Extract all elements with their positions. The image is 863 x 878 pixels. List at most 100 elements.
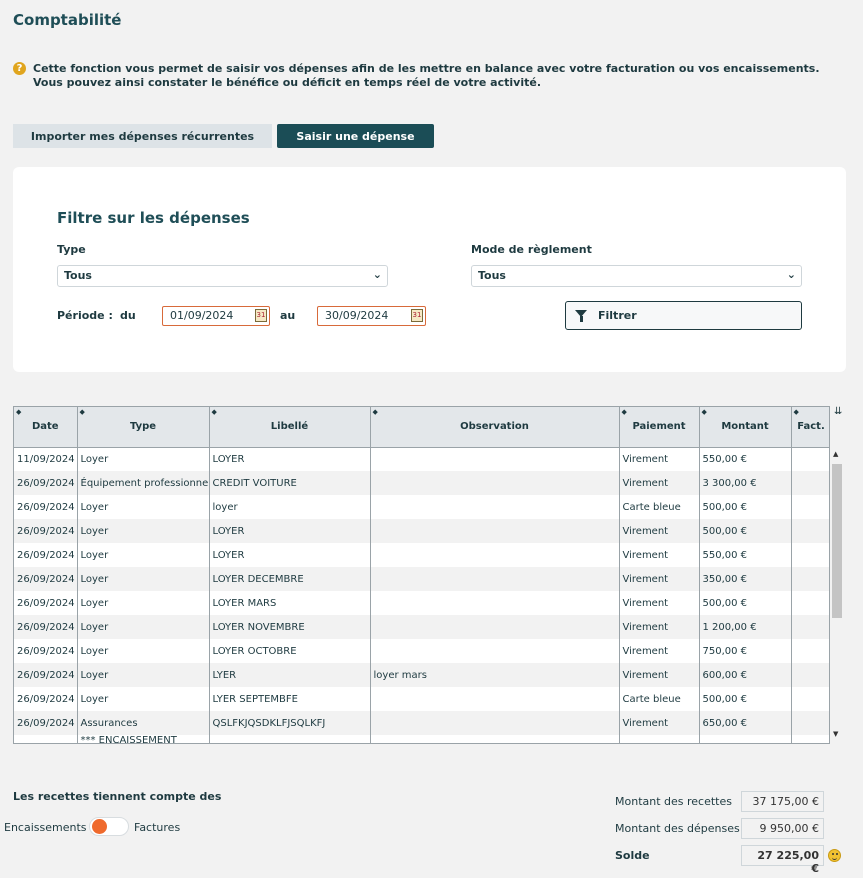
- table-cell: Loyer: [77, 663, 210, 687]
- sort-icon[interactable]: ◆: [622, 408, 627, 416]
- table-cell: Assurances: [77, 711, 210, 735]
- table-cell: Virement: [619, 663, 700, 687]
- sort-icon[interactable]: ◆: [702, 408, 707, 416]
- table-cell: [209, 735, 371, 743]
- recettes-label: Montant des recettes: [615, 795, 732, 808]
- table-cell: [791, 447, 829, 471]
- info-text: Cette fonction vous permet de saisir vos…: [33, 62, 820, 89]
- table-cell: Carte bleue: [619, 687, 700, 711]
- table-cell: [791, 735, 829, 743]
- table-cell: [619, 735, 700, 743]
- table-cell: 26/09/2024: [14, 615, 78, 639]
- calendar-icon[interactable]: 31: [255, 309, 267, 322]
- mode-select-value: Tous: [478, 269, 506, 282]
- table-row[interactable]: 26/09/2024 Loyer LOYER NOVEMBRE Virement 1 2…: [14, 615, 829, 639]
- table-cell: 26/09/2024: [14, 591, 78, 615]
- date-to-input[interactable]: 30/09/2024 31: [317, 306, 426, 326]
- table-cell: 500,00 €: [699, 495, 792, 519]
- type-label: Type: [57, 243, 86, 256]
- sort-icon[interactable]: ◆: [794, 408, 799, 416]
- sort-icon[interactable]: ◆: [16, 408, 21, 416]
- table-cell: Loyer: [77, 567, 210, 591]
- table-cell: 550,00 €: [699, 447, 792, 471]
- table-row[interactable]: 26/09/2024 Assurances QSLFKJQSDKLFJSQLKFJ V…: [14, 711, 829, 735]
- table-cell: [370, 447, 620, 471]
- table-cell: 11/09/2024: [14, 447, 78, 471]
- funnel-icon: [575, 310, 587, 322]
- toggle-left-label: Encaissements: [4, 821, 87, 834]
- table-cell: LOYER: [209, 543, 371, 567]
- col-fact[interactable]: ◆ Fact.: [791, 407, 829, 448]
- table-cell: [791, 639, 829, 663]
- periode-label: Période :: [57, 309, 113, 322]
- table-cell: 500,00 €: [699, 591, 792, 615]
- filter-button-label: Filtrer: [598, 309, 637, 322]
- sort-icon[interactable]: ◆: [212, 408, 217, 416]
- table-row[interactable]: 26/09/2024 Équipement professionnel CREDIT…: [14, 471, 829, 495]
- table-cell: 350,00 €: [699, 567, 792, 591]
- table-cell: LOYER: [209, 447, 371, 471]
- date-from-value: 01/09/2024: [170, 309, 234, 322]
- table-cell: [370, 495, 620, 519]
- sort-icon[interactable]: ◆: [373, 408, 378, 416]
- date-from-input[interactable]: 01/09/2024 31: [162, 306, 270, 326]
- page-title: Comptabilité: [13, 11, 122, 29]
- col-montant[interactable]: ◆ Montant: [699, 407, 792, 448]
- scroll-up-icon[interactable]: ▲: [833, 450, 838, 458]
- table-cell: [370, 615, 620, 639]
- table-cell: [791, 663, 829, 687]
- table-cell: 26/09/2024: [14, 519, 78, 543]
- table-cell: Loyer: [77, 519, 210, 543]
- col-libelle[interactable]: ◆ Libellé: [209, 407, 371, 448]
- table-row[interactable]: 26/09/2024 Loyer LOYER DECEMBRE Virement 350…: [14, 567, 829, 591]
- table-cell: Virement: [619, 519, 700, 543]
- table-row[interactable]: 26/09/2024 Loyer LOYER MARS Virement 500,00 …: [14, 591, 829, 615]
- table-cell: loyer mars: [370, 663, 620, 687]
- table-row[interactable]: *** ENCAISSEMENT: [14, 735, 829, 743]
- chevron-down-icon: ⌄: [372, 268, 382, 281]
- toggle-knob[interactable]: [92, 819, 107, 834]
- type-select-value: Tous: [64, 269, 92, 282]
- table-row[interactable]: 26/09/2024 Loyer LYER loyer mars Virement 600…: [14, 663, 829, 687]
- col-observation[interactable]: ◆ Observation: [370, 407, 620, 448]
- table-cell: LYER SEPTEMBFE: [209, 687, 371, 711]
- table-row[interactable]: 26/09/2024 Loyer LOYER Virement 500,00 €: [14, 519, 829, 543]
- col-paiement[interactable]: ◆ Paiement: [619, 407, 700, 448]
- table-cell: 26/09/2024: [14, 639, 78, 663]
- add-expense-button[interactable]: Saisir une dépense: [277, 124, 434, 148]
- sort-icon[interactable]: ◆: [80, 408, 85, 416]
- table-cell: [791, 567, 829, 591]
- table-cell: [791, 471, 829, 495]
- table-cell: [791, 615, 829, 639]
- solde-label: Solde: [615, 849, 650, 862]
- table-row[interactable]: 11/09/2024 Loyer LOYER Virement 550,00 €: [14, 447, 829, 471]
- table-cell: [791, 687, 829, 711]
- table-cell: [791, 543, 829, 567]
- recettes-toggle[interactable]: [89, 817, 129, 836]
- calendar-icon[interactable]: 31: [411, 309, 423, 322]
- depenses-value: 9 950,00 €: [741, 818, 824, 839]
- table-header-row: ◆ Date ◆ Type ◆ Libellé ◆ Observation ◆ Paiem…: [14, 407, 829, 448]
- table-row[interactable]: 26/09/2024 Loyer loyer Carte bleue 500,00 €: [14, 495, 829, 519]
- import-recurring-button[interactable]: Importer mes dépenses récurrentes: [13, 124, 272, 148]
- filter-button[interactable]: Filtrer: [565, 301, 802, 330]
- solde-value: 27 225,00 €: [741, 845, 824, 875]
- table-cell: Loyer: [77, 543, 210, 567]
- du-label: du: [120, 309, 136, 322]
- scroll-thumb[interactable]: [832, 464, 842, 618]
- col-type[interactable]: ◆ Type: [77, 407, 210, 448]
- table-cell: Virement: [619, 591, 700, 615]
- table-scrollbar[interactable]: ▲ ▼: [831, 448, 843, 743]
- date-to-value: 30/09/2024: [325, 309, 389, 322]
- table-cell: 650,00 €: [699, 711, 792, 735]
- scroll-down-icon[interactable]: ▼: [833, 730, 838, 738]
- table-cell: [791, 495, 829, 519]
- double-chevron-down-icon[interactable]: ⇊: [834, 406, 842, 417]
- type-select[interactable]: Tous ⌄: [57, 265, 388, 287]
- col-date[interactable]: ◆ Date: [14, 407, 78, 448]
- table-row[interactable]: 26/09/2024 Loyer LOYER OCTOBRE Virement 750,…: [14, 639, 829, 663]
- table-row[interactable]: 26/09/2024 Loyer LYER SEPTEMBFE Carte bleue…: [14, 687, 829, 711]
- mode-select[interactable]: Tous ⌄: [471, 265, 802, 287]
- table-row[interactable]: 26/09/2024 Loyer LOYER Virement 550,00 €: [14, 543, 829, 567]
- table-cell: 26/09/2024: [14, 663, 78, 687]
